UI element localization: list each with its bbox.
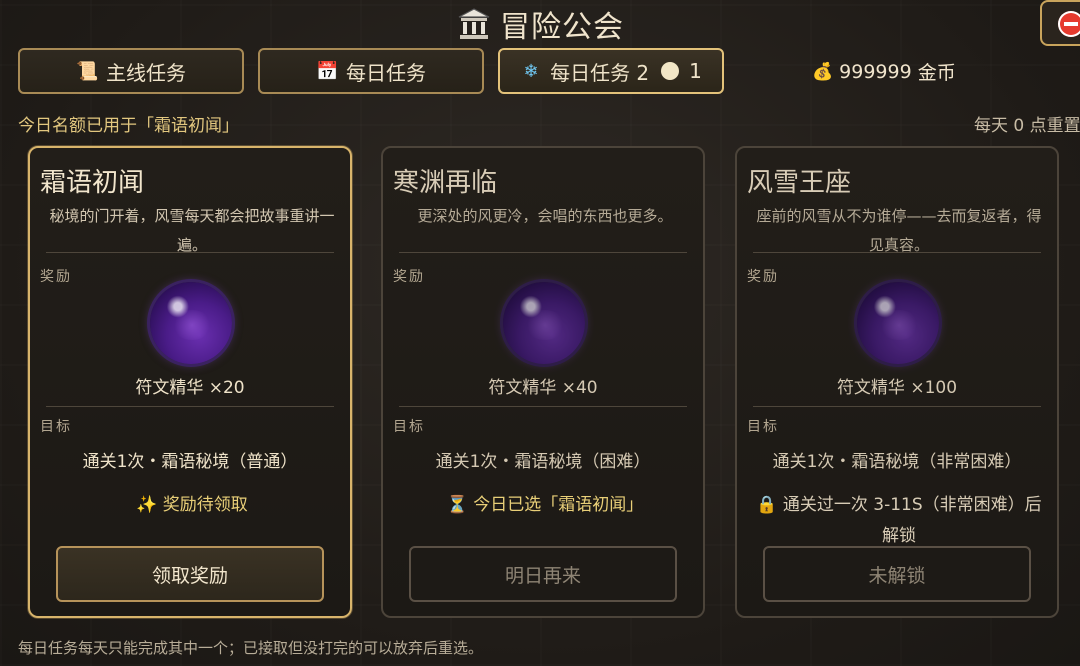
locked-button[interactable]: 未解锁 (763, 546, 1031, 602)
goal-label: 目标 (747, 419, 779, 435)
divider (46, 252, 334, 253)
come-back-tomorrow-button[interactable]: 明日再来 (409, 546, 677, 602)
tab-daily-quests-2[interactable]: ❄ 每日任务 2 1 (498, 48, 724, 94)
rune-essence-orb-icon (857, 282, 939, 364)
lock-icon: 🔒 (756, 495, 778, 515)
goal-label: 目标 (40, 419, 72, 435)
reward-text: 符文精华 ×40 (383, 373, 703, 398)
header: 冒险公会 (0, 2, 1080, 46)
gold-amount: 999999 (839, 60, 912, 83)
goal-label: 目标 (393, 419, 425, 435)
divider (399, 252, 687, 253)
page-title: 冒险公会 (500, 10, 624, 45)
reward-item-name: 符文精华 (135, 378, 204, 398)
money-bag-icon: 💰 (812, 61, 834, 82)
quest-title: 寒渊再临 (393, 168, 498, 198)
bank-building-icon (458, 8, 490, 39)
divider (46, 406, 334, 407)
tab-main-quests[interactable]: 📜 主线任务 (18, 48, 244, 94)
reward-text: 符文精华 ×20 (30, 373, 350, 398)
reset-notice: 每天 0 点重置 (974, 116, 1080, 136)
gold-display: 💰 999999 金币 (812, 58, 956, 85)
reward-item-name: 符文精华 (836, 378, 905, 398)
hourglass-icon: ⏳ (446, 495, 468, 515)
quest-card-3[interactable]: 风雪王座 座前的风雪从不为谁停——去而复返者，得见真容。 奖励 符文精华 ×10… (735, 146, 1059, 618)
status-text: 奖励待领取 (162, 495, 248, 515)
quest-title: 霜语初闻 (40, 168, 145, 198)
quest-title: 风雪王座 (747, 168, 852, 198)
reward-text: 符文精华 ×100 (737, 373, 1057, 398)
tab-badge-count: 1 (689, 59, 702, 83)
sparkles-icon: ✨ (136, 495, 158, 515)
rune-essence-orb-icon (150, 282, 232, 364)
reward-item-name: 符文精华 (488, 378, 557, 398)
no-entry-icon (1058, 11, 1080, 37)
reward-label: 奖励 (40, 269, 72, 285)
quest-status: 🔒 通关过一次 3-11S（非常困难）后解锁 (751, 490, 1047, 552)
close-button[interactable] (1040, 0, 1080, 46)
quest-card-1[interactable]: 霜语初闻 秘境的门开着，风雪每天都会把故事重讲一遍。 奖励 符文精华 ×20 目… (28, 146, 352, 618)
quest-card-2[interactable]: 寒渊再临 更深处的风更冷，会唱的东西也更多。 奖励 符文精华 ×40 目标 通关… (381, 146, 705, 618)
tab-daily-quests[interactable]: 📅 每日任务 (258, 48, 484, 94)
quota-notice: 今日名额已用于「霜语初闻」 (18, 116, 239, 136)
rune-essence-orb-icon (503, 282, 585, 364)
goal-text: 通关1次・霜语秘境（非常困难） (772, 452, 1022, 472)
status-text: 今日已选「霜语初闻」 (473, 495, 644, 515)
tab-label: 每日任务 (346, 60, 426, 85)
calendar-icon: 📅 (316, 60, 339, 82)
tab-label: 主线任务 (106, 60, 186, 85)
snowflake-icon: ❄ (523, 60, 539, 82)
reward-label: 奖励 (747, 269, 779, 285)
divider (399, 406, 687, 407)
gold-unit: 金币 (917, 62, 956, 84)
tab-label: 每日任务 2 (550, 60, 650, 85)
reward-quantity: ×40 (561, 378, 598, 398)
status-text: 通关过一次 3-11S（非常困难）后解锁 (782, 495, 1042, 546)
scroll-icon: 📜 (76, 60, 99, 82)
claim-reward-button[interactable]: 领取奖励 (56, 546, 324, 602)
goal-text: 通关1次・霜语秘境（普通） (82, 452, 298, 472)
reward-label: 奖励 (393, 269, 425, 285)
footer-note: 每日任务每天只能完成其中一个；已接取但没打完的可以放弃后重选。 (18, 639, 484, 657)
quest-status: ⏳ 今日已选「霜语初闻」 (397, 490, 693, 521)
divider (753, 406, 1041, 407)
badge-dot-icon (661, 62, 680, 80)
quest-status: ✨ 奖励待领取 (44, 490, 340, 521)
goal-text: 通关1次・霜语秘境（困难） (435, 452, 651, 472)
divider (753, 252, 1041, 253)
reward-quantity: ×100 (910, 378, 958, 398)
quest-description: 更深处的风更冷，会唱的东西也更多。 (417, 207, 673, 225)
reward-quantity: ×20 (208, 378, 245, 398)
